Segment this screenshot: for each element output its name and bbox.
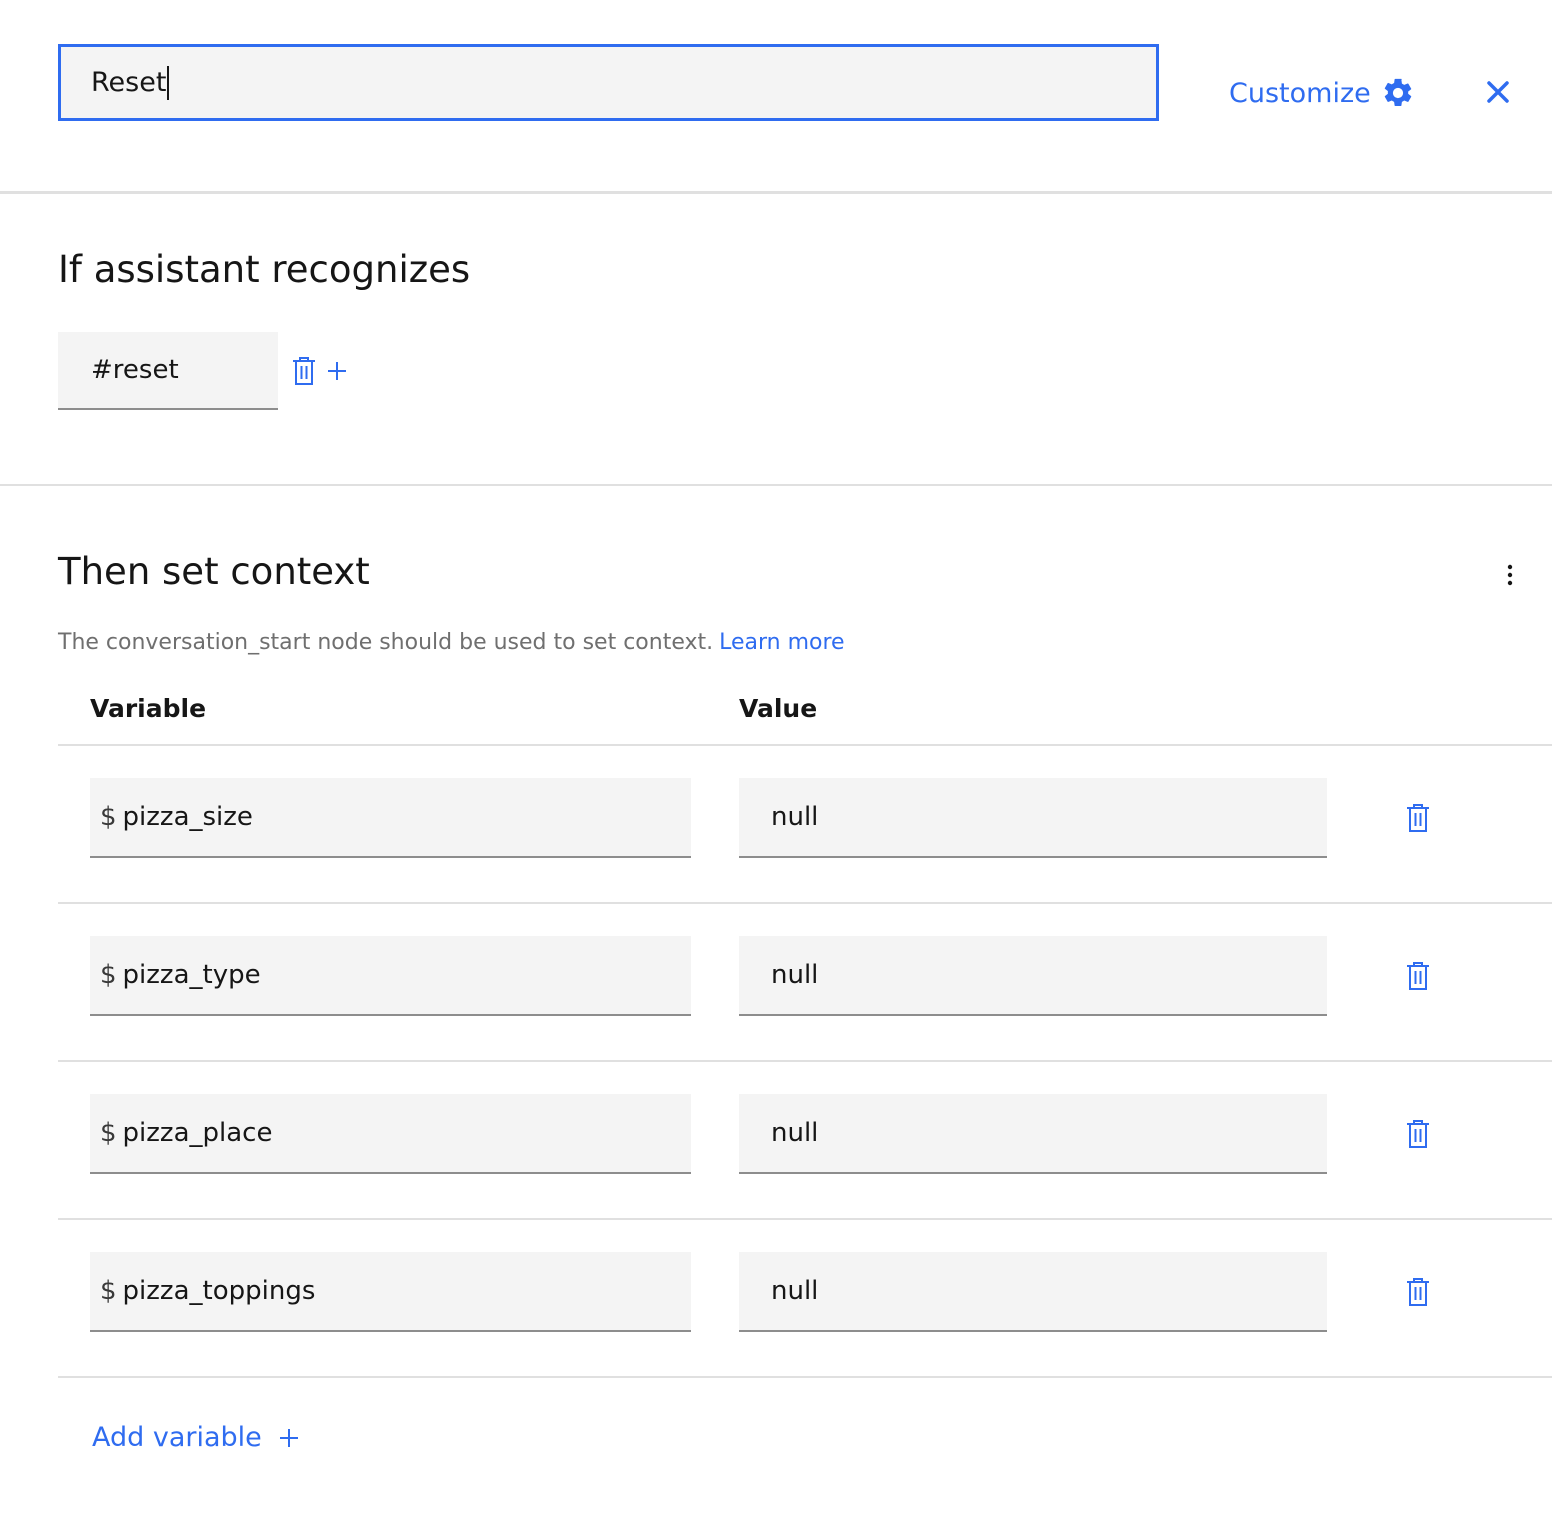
column-header-value: Value xyxy=(739,694,818,723)
trash-icon[interactable] xyxy=(1405,961,1431,991)
value-input[interactable]: null xyxy=(739,936,1327,1016)
text-caret xyxy=(167,65,170,100)
variable-value: null xyxy=(771,802,819,832)
trash-icon[interactable] xyxy=(1405,1119,1431,1149)
variable-value: null xyxy=(771,1118,819,1148)
variable-name: pizza_place xyxy=(122,1118,273,1148)
helper-text: The conversation_start node should be us… xyxy=(58,630,845,655)
gear-icon xyxy=(1384,78,1411,107)
dollar-prefix: $ xyxy=(100,802,117,832)
condition-label: #reset xyxy=(91,355,179,385)
customize-label: Customize xyxy=(1229,77,1371,109)
close-icon[interactable] xyxy=(1482,76,1514,108)
value-input[interactable]: null xyxy=(739,778,1327,858)
row-divider xyxy=(58,1218,1552,1220)
row-divider xyxy=(58,1376,1552,1378)
header-divider xyxy=(0,191,1552,194)
helper-message: The conversation_start node should be us… xyxy=(58,630,714,655)
trash-icon[interactable] xyxy=(291,356,317,386)
customize-button[interactable]: Customize xyxy=(1229,72,1415,114)
variable-name: pizza_size xyxy=(122,802,253,832)
trash-icon[interactable] xyxy=(1405,803,1431,833)
value-input[interactable]: null xyxy=(739,1252,1327,1332)
plus-icon[interactable] xyxy=(324,358,350,384)
trash-icon[interactable] xyxy=(1405,1277,1431,1307)
dollar-prefix: $ xyxy=(100,960,117,990)
dollar-prefix: $ xyxy=(100,1118,117,1148)
node-name-input[interactable]: Reset xyxy=(58,44,1159,121)
table-header-divider xyxy=(58,744,1552,746)
dollar-prefix: $ xyxy=(100,1276,117,1306)
row-divider xyxy=(58,902,1552,904)
variable-input[interactable]: $ pizza_place xyxy=(90,1094,691,1174)
conditions-divider xyxy=(0,484,1552,486)
variable-input[interactable]: $ pizza_type xyxy=(90,936,691,1016)
learn-more-link[interactable]: Learn more xyxy=(719,630,844,655)
node-name-value: Reset xyxy=(91,67,167,98)
add-variable-button[interactable]: Add variable xyxy=(92,1422,300,1453)
context-title: Then set context xyxy=(58,550,370,593)
row-divider xyxy=(58,1060,1552,1062)
add-variable-label: Add variable xyxy=(92,1422,262,1453)
column-header-variable: Variable xyxy=(90,694,207,723)
plus-icon xyxy=(279,1428,298,1447)
variable-name: pizza_type xyxy=(122,960,261,990)
conditions-title: If assistant recognizes xyxy=(58,248,471,291)
variable-input[interactable]: $ pizza_size xyxy=(90,778,691,858)
variable-input[interactable]: $ pizza_toppings xyxy=(90,1252,691,1332)
variable-value: null xyxy=(771,960,819,990)
variable-value: null xyxy=(771,1276,819,1306)
condition-chip[interactable]: #reset xyxy=(58,332,315,410)
overflow-menu-icon[interactable] xyxy=(1496,560,1524,590)
variable-name: pizza_toppings xyxy=(122,1276,316,1306)
value-input[interactable]: null xyxy=(739,1094,1327,1174)
